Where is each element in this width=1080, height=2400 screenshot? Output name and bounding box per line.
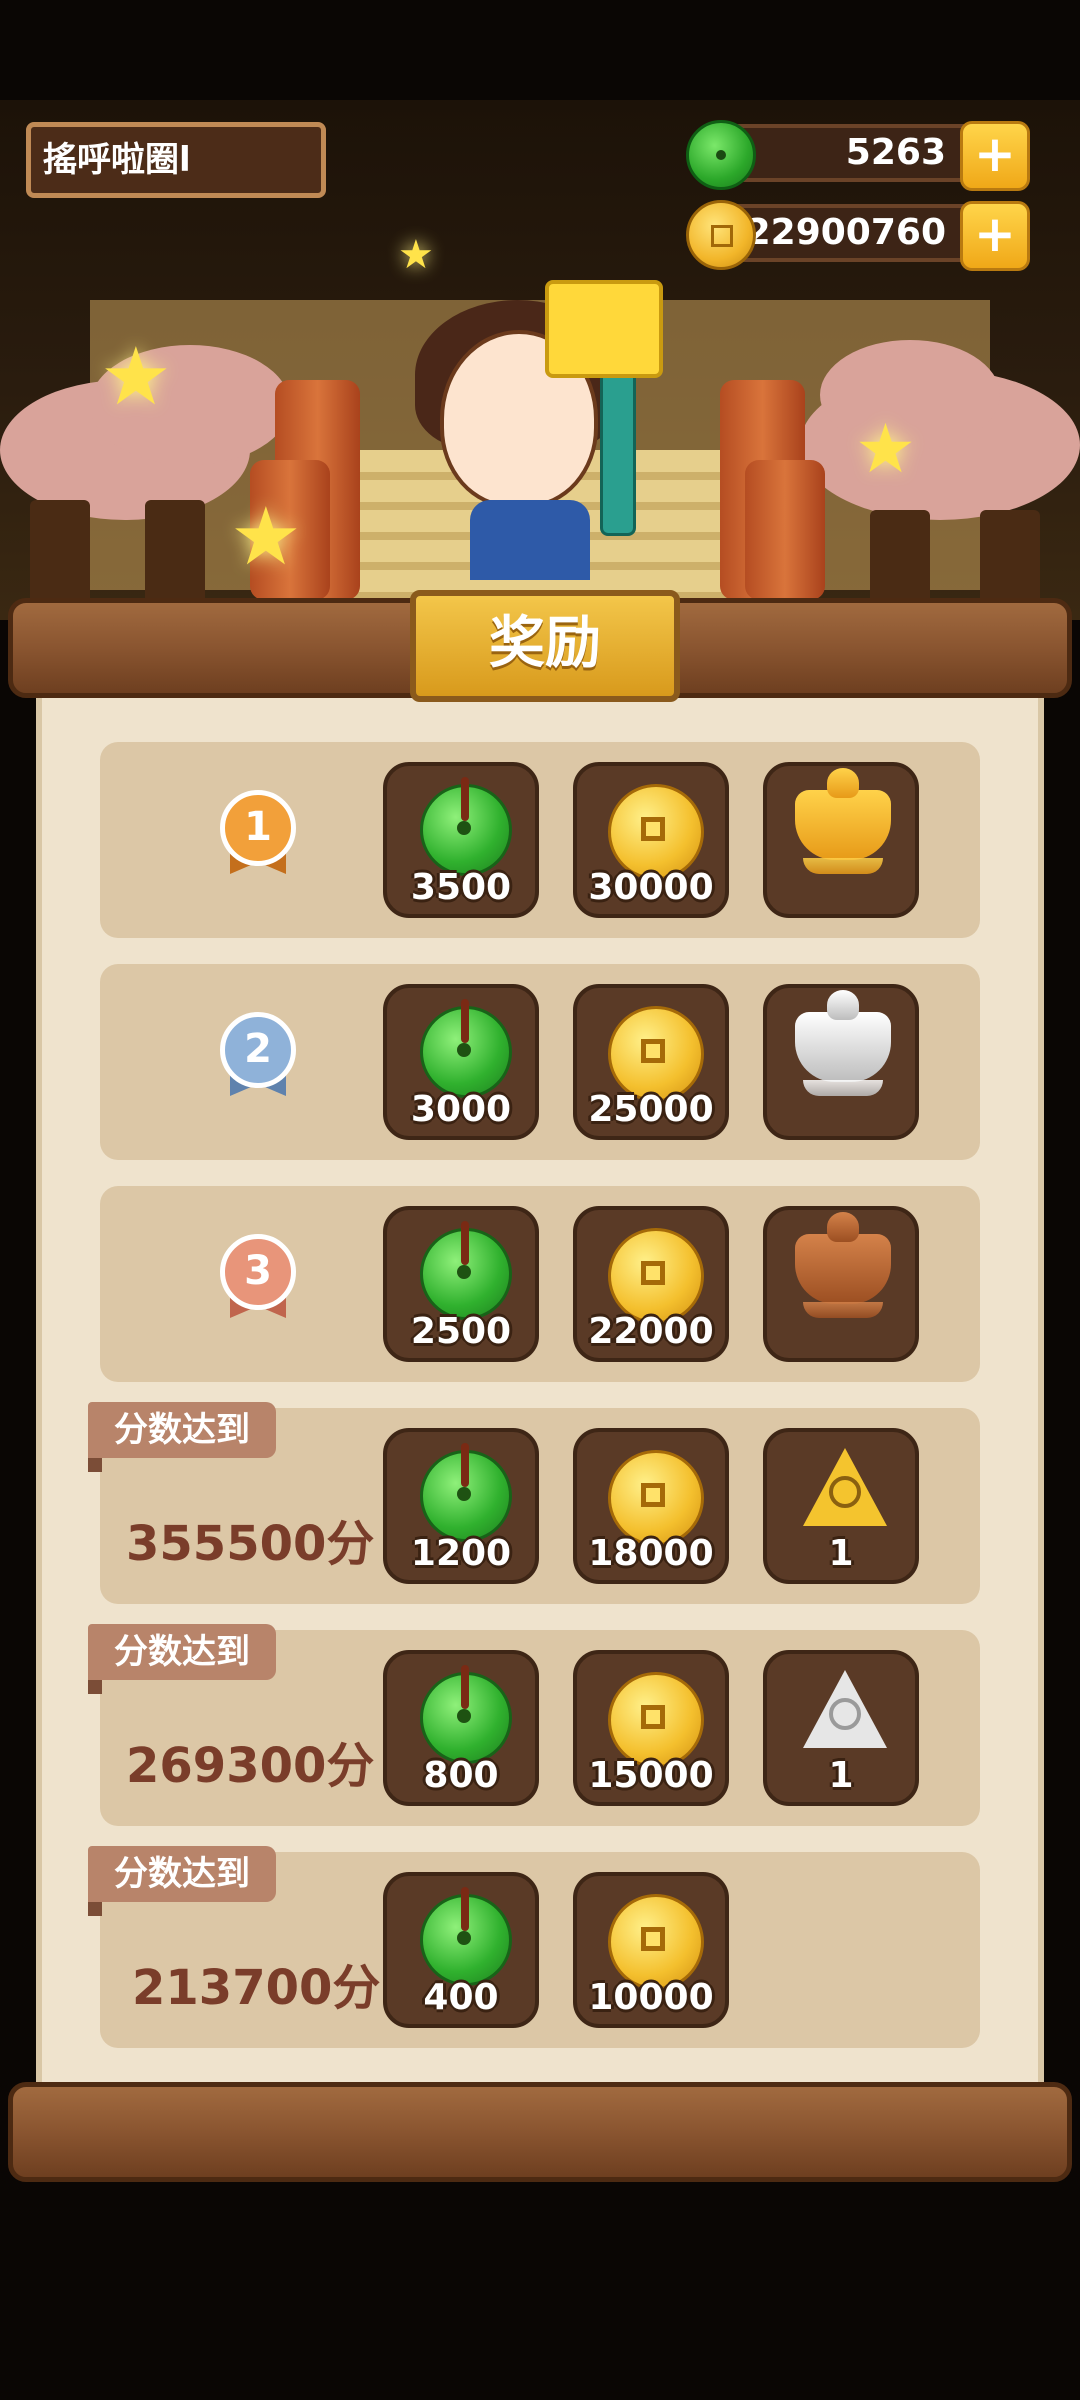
jade-icon [420, 1443, 512, 1542]
pillar-right-front [745, 460, 825, 600]
player-name-box[interactable]: 搖呼啦圈l [26, 122, 326, 198]
add-jade-button[interactable]: + [960, 121, 1030, 191]
jade-reward-amount: 800 [423, 1755, 499, 1796]
tag-fold [88, 1902, 102, 1916]
star-icon: ★ [855, 410, 916, 489]
jade-icon [420, 777, 512, 876]
score-threshold: 269300分 [126, 1738, 375, 1794]
item-reward [763, 984, 919, 1140]
talisman-symbol [829, 1698, 861, 1730]
gold-coin-currency-icon [686, 200, 756, 270]
reward-title: 奖励 [410, 590, 680, 702]
star-icon: ★ [100, 330, 172, 423]
jade-reward: 1200 [383, 1428, 539, 1584]
gold-coin-icon [608, 1672, 704, 1768]
coin-reward-amount: 15000 [588, 1755, 714, 1796]
gold-coin-icon [608, 1006, 704, 1102]
score-reached-tag: 分数达到 [88, 1846, 276, 1902]
jade-reward: 3000 [383, 984, 539, 1140]
scroll-bottom-rod [8, 2082, 1072, 2182]
coin-reward-amount: 18000 [588, 1533, 714, 1574]
star-icon: ★ [398, 232, 434, 278]
score-threshold: 213700分 [132, 1960, 381, 2016]
tag-fold [88, 1680, 102, 1694]
item-reward-count: 1 [828, 1533, 854, 1574]
coin-reward-amount: 10000 [588, 1977, 714, 2018]
fence-post [870, 510, 930, 610]
rank-3-medal: 3 [220, 1234, 296, 1310]
gold-coin-icon [608, 1894, 704, 1990]
fence-post [30, 500, 90, 610]
reward-row-rank-2: 2 3000 25000 [100, 964, 980, 1160]
item-reward: 1 [763, 1428, 919, 1584]
jade-icon [420, 999, 512, 1098]
gold-coin-icon [608, 784, 704, 880]
item-reward [763, 762, 919, 918]
coin-reward: 15000 [573, 1650, 729, 1806]
talisman-symbol [829, 1476, 861, 1508]
coin-reward-amount: 22000 [588, 1311, 714, 1352]
jade-reward-amount: 1200 [410, 1533, 512, 1574]
add-coin-button[interactable]: + [960, 201, 1030, 271]
item-reward [763, 1206, 919, 1362]
score-reached-tag: 分数达到 [88, 1624, 276, 1680]
coin-reward: 22000 [573, 1206, 729, 1362]
gold-censer-icon [795, 768, 891, 874]
jade-reward: 400 [383, 1872, 539, 2028]
reward-row-score-3: 分数达到 213700分 400 10000 [88, 1846, 980, 2048]
jade-reward: 800 [383, 1650, 539, 1806]
silver-censer-icon [795, 990, 891, 1096]
jade-icon [420, 1665, 512, 1764]
reward-row-rank-1: 1 3500 30000 [100, 742, 980, 938]
star-icon: ★ [230, 490, 302, 583]
jade-reward-amount: 3000 [410, 1089, 512, 1130]
reward-row-rank-3: 3 2500 22000 [100, 1186, 980, 1382]
score-reached-tag: 分数达到 [88, 1402, 276, 1458]
hammer-handle [600, 360, 636, 536]
jade-reward: 2500 [383, 1206, 539, 1362]
coin-reward-amount: 30000 [588, 867, 714, 908]
reward-row-score-2: 分数达到 269300分 800 15000 1 [88, 1624, 980, 1826]
bronze-censer-icon [795, 1212, 891, 1318]
jade-reward: 3500 [383, 762, 539, 918]
jade-icon [420, 1221, 512, 1320]
item-reward-count: 1 [828, 1755, 854, 1796]
gold-coin-icon [608, 1228, 704, 1324]
rank-2-medal: 2 [220, 1012, 296, 1088]
score-threshold: 355500分 [126, 1516, 375, 1572]
jade-reward-amount: 400 [423, 1977, 499, 2018]
character-body [470, 500, 590, 580]
fence-post [980, 510, 1040, 610]
fence-post [145, 500, 205, 610]
jade-icon [420, 1887, 512, 1986]
item-reward: 1 [763, 1650, 919, 1806]
golden-hammer [545, 280, 663, 378]
coin-reward: 25000 [573, 984, 729, 1140]
rank-1-medal: 1 [220, 790, 296, 866]
jade-reward-amount: 3500 [410, 867, 512, 908]
gold-coin-icon [608, 1450, 704, 1546]
coin-reward: 18000 [573, 1428, 729, 1584]
coin-reward: 10000 [573, 1872, 729, 2028]
jade-currency-icon [686, 120, 756, 190]
tag-fold [88, 1458, 102, 1472]
coin-reward-amount: 25000 [588, 1089, 714, 1130]
coin-reward: 30000 [573, 762, 729, 918]
reward-row-score-1: 分数达到 355500分 1200 18000 1 [88, 1402, 980, 1604]
jade-reward-amount: 2500 [410, 1311, 512, 1352]
